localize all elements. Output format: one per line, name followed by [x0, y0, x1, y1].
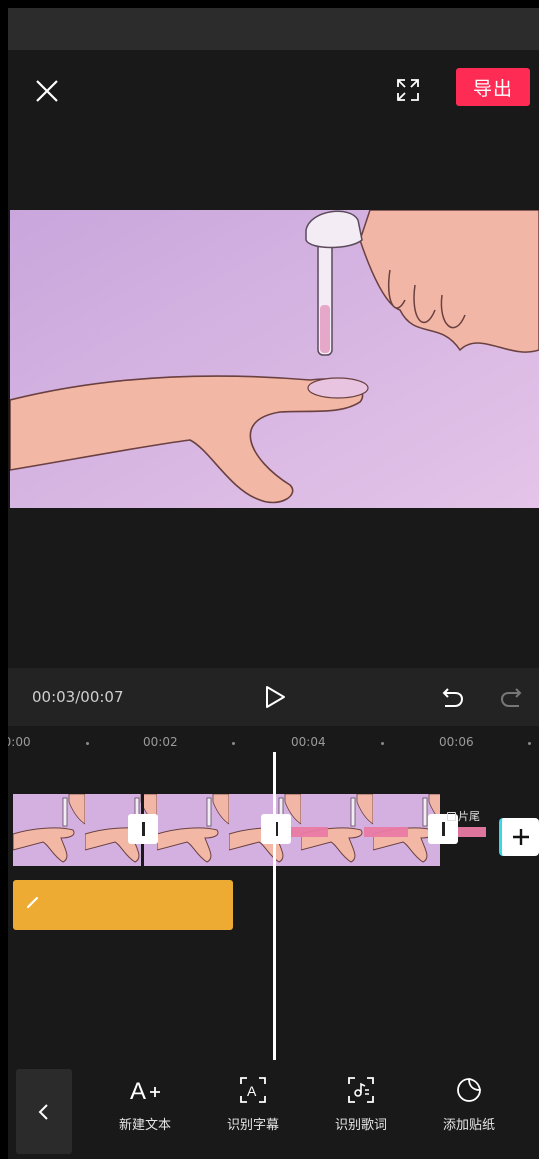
- recognize-lyrics-icon: [346, 1072, 376, 1108]
- end-clip-icon: [447, 811, 456, 821]
- chevron-left-icon: [38, 1103, 48, 1120]
- tool-recognize-lyrics[interactable]: 识别歌词: [316, 1072, 406, 1142]
- clip-thumbnail: [13, 794, 85, 866]
- timecode: 00:03/00:07: [32, 688, 124, 706]
- back-button[interactable]: [16, 1069, 72, 1154]
- tick-dot: [86, 742, 89, 745]
- tool-add-sticker[interactable]: 添加贴纸: [424, 1072, 514, 1142]
- tool-label: 添加贴纸: [442, 1118, 495, 1133]
- recognize-subtitle-icon: A: [238, 1072, 268, 1108]
- playhead-top: [273, 752, 276, 768]
- redo-icon: [500, 688, 522, 707]
- tool-label: 识别歌词: [334, 1118, 387, 1133]
- transition-button[interactable]: [261, 814, 291, 844]
- bottom-toolbar: A 新建文本 A 识别字幕 识别歌词 添加贴纸: [8, 1060, 539, 1159]
- sticker-icon: [455, 1072, 483, 1108]
- tick-label: 00:06: [439, 735, 474, 749]
- add-text-icon: A: [128, 1072, 162, 1108]
- tool-label: 识别字幕: [226, 1118, 279, 1133]
- video-preview: [8, 130, 539, 668]
- add-clip-button[interactable]: [499, 818, 539, 856]
- editor-screen: 导出 00:03/00:07:00 00:02 00:04 00:06 片尾 …: [8, 8, 539, 1159]
- tick-dot: [232, 742, 235, 745]
- undo-button[interactable]: [440, 684, 466, 710]
- transition-bar-icon: [141, 822, 145, 836]
- pencil-icon: [26, 896, 39, 909]
- end-clip[interactable]: 片尾: [443, 802, 495, 832]
- plus-icon: [512, 829, 529, 845]
- fullscreen-button[interactable]: [394, 76, 422, 104]
- svg-text:A: A: [247, 1083, 257, 1099]
- play-button[interactable]: [262, 684, 288, 710]
- timeline[interactable]: 片尾: [8, 766, 539, 1066]
- tick-label: 00:00: [8, 735, 31, 749]
- redo-button[interactable]: [498, 684, 524, 710]
- close-button[interactable]: [32, 76, 62, 106]
- top-bar: 导出: [8, 50, 539, 130]
- anime-hands-frame: [10, 210, 539, 508]
- undo-icon: [442, 688, 464, 707]
- playback-controls: 00:03/00:07: [8, 668, 539, 726]
- tick-dot: [381, 742, 384, 745]
- close-icon: [36, 80, 58, 102]
- end-clip-text: 片尾: [458, 810, 480, 823]
- fullscreen-icon: [397, 79, 419, 101]
- tool-new-text[interactable]: A 新建文本: [100, 1072, 190, 1142]
- tick-label: 00:02: [143, 735, 178, 749]
- text-track-clip[interactable]: [13, 880, 233, 930]
- transition-marker: [364, 827, 408, 837]
- tool-recognize-subtitle[interactable]: A 识别字幕: [208, 1072, 298, 1142]
- tool-label: 新建文本: [118, 1118, 171, 1133]
- status-bar: [8, 8, 539, 50]
- end-clip-label: 片尾: [447, 808, 480, 824]
- playhead[interactable]: [273, 766, 276, 1066]
- tick-dot: [528, 742, 531, 745]
- transition-button[interactable]: [128, 814, 158, 844]
- video-frame[interactable]: [10, 210, 539, 508]
- tick-label: 00:04: [291, 735, 326, 749]
- svg-text:A: A: [130, 1078, 146, 1105]
- play-icon: [266, 686, 285, 708]
- clip-thumbnail: [157, 794, 229, 866]
- export-button[interactable]: 导出: [456, 68, 530, 106]
